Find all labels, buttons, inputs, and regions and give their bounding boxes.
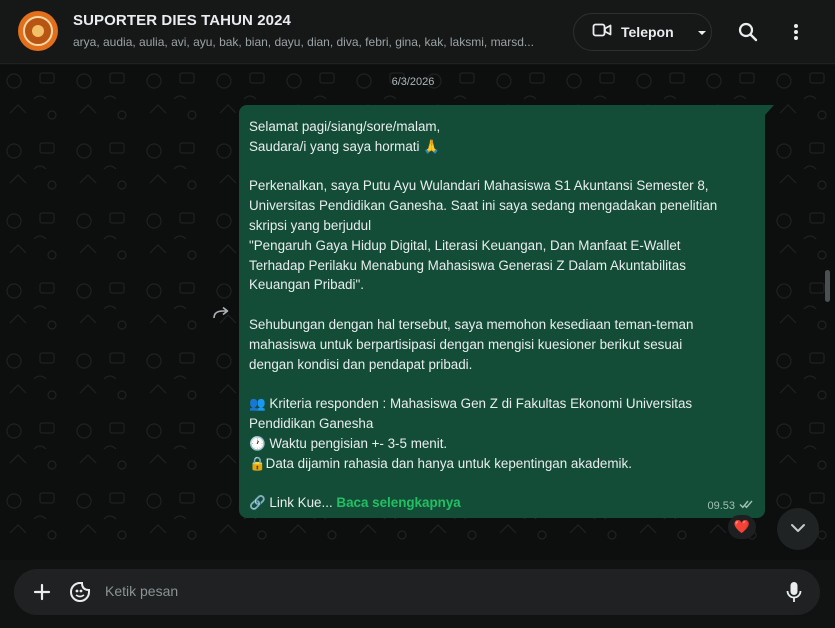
read-more-link[interactable]: Baca selengkapnya <box>336 495 460 510</box>
message-line <box>249 295 753 315</box>
composer-bar: Ketik pesan <box>0 560 835 628</box>
message-line: "Pengaruh Gaya Hidup Digital, Literasi K… <box>249 237 681 253</box>
message-line <box>249 374 753 394</box>
message-line: Universitas Pendidikan Ganesha. Saat ini… <box>249 198 718 214</box>
composer-box[interactable]: Ketik pesan <box>14 569 820 615</box>
chat-title-block[interactable]: SUPORTER DIES TAHUN 2024 arya, audia, au… <box>73 12 553 49</box>
message-input[interactable]: Ketik pesan <box>105 583 178 599</box>
call-button-label: Telepon <box>621 24 674 40</box>
message-meta: 09.53 <box>707 499 755 512</box>
message-line: dengan kondisi dan pendapat pribadi. <box>249 356 473 372</box>
message-line <box>249 157 753 177</box>
message-line: mahasiswa untuk berpartisipasi dengan me… <box>249 336 683 352</box>
message-line: Saudara/i yang saya hormati 🙏 <box>249 138 440 154</box>
message-line: Pendidikan Ganesha <box>249 415 374 431</box>
message-line: skripsi yang berjudul <box>249 217 372 233</box>
double-check-icon <box>739 499 755 512</box>
whatsapp-window: SUPORTER DIES TAHUN 2024 arya, audia, au… <box>0 0 835 628</box>
sticker-icon[interactable] <box>68 580 92 604</box>
message-line: 🔒Data dijamin rahasia dan hanya untuk ke… <box>249 455 632 471</box>
message-line: Selamat pagi/siang/sore/malam, <box>249 119 441 134</box>
microphone-icon[interactable] <box>782 580 806 604</box>
reaction-emoji: ❤️ <box>733 519 751 534</box>
message-line: Terhadap Perilaku Menabung Mahasiswa Gen… <box>249 257 686 273</box>
scrollbar-thumb[interactable] <box>825 270 830 302</box>
group-members: arya, audia, aulia, avi, ayu, bak, bian,… <box>73 35 534 49</box>
forward-icon[interactable] <box>210 303 232 325</box>
message-line: Keuangan Pribadi". <box>249 277 364 293</box>
chat-header: SUPORTER DIES TAHUN 2024 arya, audia, au… <box>0 0 835 64</box>
message-line: Sehubungan dengan hal tersebut, saya mem… <box>249 316 694 332</box>
more-vertical-icon[interactable] <box>784 20 808 44</box>
group-avatar[interactable] <box>18 11 58 51</box>
avatar-emblem <box>23 16 53 46</box>
plus-icon[interactable] <box>30 580 54 604</box>
message-list[interactable]: 6/3/2026 Selamat pagi/siang/sore/malam, S… <box>0 65 835 560</box>
link-prefix: 🔗 Link Kue... <box>249 495 333 511</box>
video-camera-icon <box>592 22 612 43</box>
group-title: SUPORTER DIES TAHUN 2024 <box>73 12 292 29</box>
date-separator: 6/3/2026 <box>391 76 435 88</box>
call-button[interactable]: Telepon <box>573 13 712 51</box>
heart-reaction[interactable]: ❤️ <box>728 515 756 539</box>
message-time: 09.53 <box>707 499 735 512</box>
message-line: Perkenalkan, saya Putu Ayu Wulandari Mah… <box>249 178 709 194</box>
message-text: Selamat pagi/siang/sore/malam, Saudara/i … <box>249 117 753 493</box>
bubble-tail <box>765 105 774 115</box>
message-line <box>249 473 753 493</box>
chevron-down-icon <box>697 23 707 41</box>
scroll-to-bottom-button[interactable] <box>777 508 819 550</box>
message-bubble[interactable]: Selamat pagi/siang/sore/malam, Saudara/i … <box>239 105 765 518</box>
search-icon[interactable] <box>736 20 760 44</box>
message-link-line: 🔗 Link Kue... Baca selengkapnya <box>249 493 753 513</box>
message-line: 🕐 Waktu pengisian +- 3-5 menit. <box>249 435 448 451</box>
arrow-down-icon <box>790 520 806 538</box>
message-line: 👥 Kriteria responden : Mahasiswa Gen Z d… <box>249 396 693 412</box>
